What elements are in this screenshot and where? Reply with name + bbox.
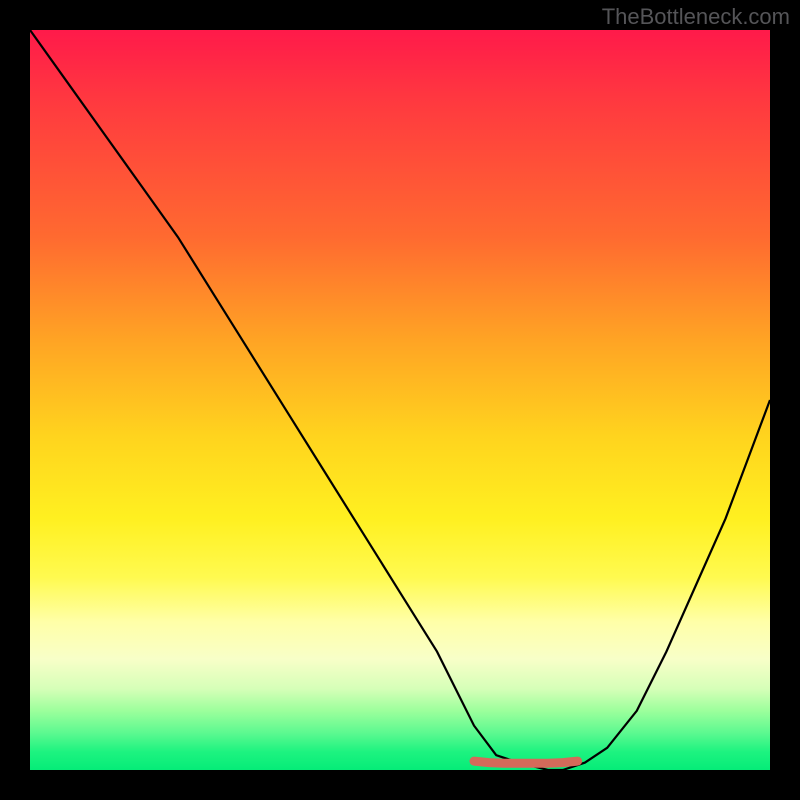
plot-area: [30, 30, 770, 770]
curve-svg: [30, 30, 770, 770]
bottom-marker: [474, 761, 578, 763]
watermark-text: TheBottleneck.com: [602, 4, 790, 30]
chart-frame: TheBottleneck.com: [0, 0, 800, 800]
bottleneck-curve: [30, 30, 770, 770]
